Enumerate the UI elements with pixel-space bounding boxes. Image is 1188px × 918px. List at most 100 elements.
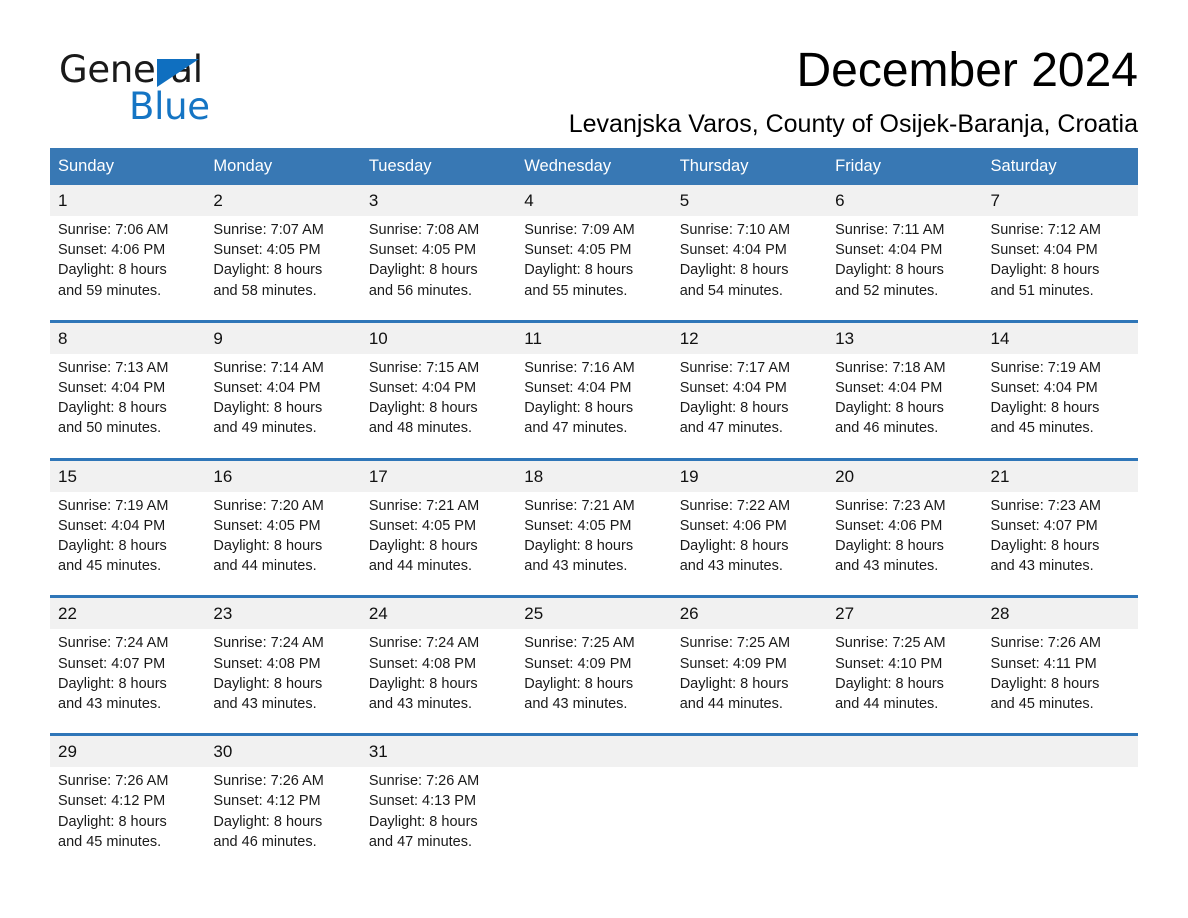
day-number[interactable]: 3 — [360, 185, 517, 216]
sunset-text: Sunset: 4:06 PM — [58, 242, 166, 259]
day-number[interactable]: 21 — [982, 457, 1138, 492]
sunset-text: Sunset: 4:05 PM — [524, 242, 632, 259]
day-number[interactable]: 10 — [360, 319, 517, 354]
location-subtitle: Levanjska Varos, County of Osijek-Baranj… — [568, 110, 1138, 138]
sunrise-text: Sunrise: 7:20 AM — [213, 497, 324, 514]
sunset-text: Sunset: 4:13 PM — [368, 793, 477, 810]
generalblue-logo[interactable]: General Blue — [59, 48, 359, 130]
daylight-text-line2: and 48 minutes. — [368, 420, 473, 437]
sunrise-text: Sunrise: 7:25 AM — [835, 635, 946, 652]
sunrise-text: Sunrise: 7:24 AM — [213, 635, 324, 652]
daylight-text-line1: Daylight: 8 hours — [368, 538, 478, 555]
day-cell: Sunrise: 7:06 AM Sunset: 4:06 PM Dayligh… — [50, 216, 206, 311]
week-spacer — [50, 448, 1138, 460]
day-number[interactable]: 5 — [671, 185, 828, 216]
day-cell-empty — [982, 767, 1138, 863]
day-number[interactable]: 11 — [516, 319, 672, 354]
day-number[interactable]: 16 — [205, 457, 361, 492]
daylight-text-line1: Daylight: 8 hours — [58, 813, 167, 830]
daylight-text-line1: Daylight: 8 hours — [990, 262, 1100, 279]
daylight-text-line2: and 44 minutes. — [835, 696, 939, 713]
week-3-details: Sunrise: 7:19 AM Sunset: 4:04 PM Dayligh… — [50, 491, 1138, 587]
column-header-friday: Friday — [827, 148, 983, 185]
day-number[interactable]: 12 — [671, 319, 828, 354]
day-cell: Sunrise: 7:12 AM Sunset: 4:04 PM Dayligh… — [982, 216, 1138, 311]
sunrise-text: Sunrise: 7:16 AM — [524, 359, 635, 376]
sunrise-text: Sunrise: 7:12 AM — [990, 222, 1101, 238]
daylight-text-line1: Daylight: 8 hours — [58, 262, 167, 279]
week-4-details: Sunrise: 7:24 AM Sunset: 4:07 PM Dayligh… — [50, 629, 1138, 725]
day-number[interactable]: 14 — [982, 319, 1138, 354]
sunset-text: Sunset: 4:04 PM — [524, 380, 632, 397]
daylight-text-line1: Daylight: 8 hours — [213, 813, 323, 830]
day-number[interactable]: 28 — [982, 595, 1138, 630]
day-cell-empty — [671, 767, 828, 863]
daylight-text-line2: and 46 minutes. — [835, 420, 939, 437]
column-header-saturday: Saturday — [982, 148, 1138, 185]
sunset-text: Sunset: 4:05 PM — [368, 517, 477, 534]
daylight-text-line1: Daylight: 8 hours — [368, 400, 478, 417]
day-number[interactable]: 4 — [516, 185, 672, 216]
daylight-text-line1: Daylight: 8 hours — [213, 262, 323, 279]
sunset-text: Sunset: 4:09 PM — [524, 655, 632, 672]
week-spacer — [50, 586, 1138, 597]
day-number[interactable]: 8 — [50, 319, 206, 354]
day-number[interactable]: 9 — [205, 319, 361, 354]
day-number[interactable]: 19 — [671, 457, 828, 492]
day-number[interactable]: 30 — [205, 733, 361, 768]
daylight-text-line2: and 44 minutes. — [368, 558, 473, 575]
daylight-text-line2: and 58 minutes. — [213, 282, 317, 299]
daylight-text-line2: and 43 minutes. — [835, 558, 939, 575]
day-cell: Sunrise: 7:24 AM Sunset: 4:08 PM Dayligh… — [360, 629, 517, 725]
day-cell: Sunrise: 7:10 AM Sunset: 4:04 PM Dayligh… — [671, 216, 828, 311]
day-cell: Sunrise: 7:24 AM Sunset: 4:08 PM Dayligh… — [205, 629, 361, 725]
sunrise-text: Sunrise: 7:10 AM — [679, 222, 791, 238]
day-number[interactable]: 22 — [50, 595, 206, 630]
day-cell-empty — [516, 767, 672, 863]
day-number[interactable]: 18 — [516, 457, 672, 492]
day-number[interactable]: 15 — [50, 457, 206, 492]
column-header-wednesday: Wednesday — [516, 148, 672, 185]
day-number[interactable]: 26 — [671, 595, 828, 630]
day-number[interactable]: 6 — [827, 185, 983, 216]
calendar-header-row: Sunday Monday Tuesday Wednesday Thursday… — [50, 148, 1138, 185]
daylight-text-line2: and 55 minutes. — [524, 282, 628, 299]
day-number[interactable]: 24 — [360, 595, 517, 630]
day-number[interactable]: 17 — [360, 457, 517, 492]
day-number[interactable]: 2 — [205, 185, 361, 216]
sunrise-text: Sunrise: 7:26 AM — [58, 773, 169, 790]
sunrise-text: Sunrise: 7:23 AM — [835, 497, 946, 514]
daylight-text-line2: and 45 minutes. — [990, 696, 1094, 713]
sunrise-text: Sunrise: 7:24 AM — [58, 635, 169, 652]
sunrise-text: Sunrise: 7:09 AM — [524, 222, 635, 238]
daylight-text-line2: and 50 minutes. — [58, 420, 162, 437]
daylight-text-line2: and 43 minutes. — [524, 558, 628, 575]
daylight-text-line1: Daylight: 8 hours — [524, 262, 634, 279]
day-number[interactable]: 31 — [360, 733, 517, 768]
day-number[interactable]: 23 — [205, 595, 361, 630]
sunset-text: Sunset: 4:06 PM — [835, 517, 943, 534]
daylight-text-line2: and 43 minutes. — [990, 558, 1094, 575]
sunrise-text: Sunrise: 7:17 AM — [679, 359, 791, 376]
day-number[interactable]: 20 — [827, 457, 983, 492]
day-number[interactable]: 7 — [982, 185, 1138, 216]
sunrise-text: Sunrise: 7:25 AM — [524, 635, 635, 652]
day-number[interactable]: 1 — [50, 185, 206, 216]
week-1-details: Sunrise: 7:06 AM Sunset: 4:06 PM Dayligh… — [50, 216, 1138, 311]
day-cell: Sunrise: 7:25 AM Sunset: 4:09 PM Dayligh… — [516, 629, 672, 725]
day-number[interactable]: 27 — [827, 595, 983, 630]
daylight-text-line1: Daylight: 8 hours — [835, 262, 944, 279]
day-number[interactable]: 25 — [516, 595, 672, 630]
day-cell: Sunrise: 7:21 AM Sunset: 4:05 PM Dayligh… — [360, 491, 517, 587]
day-number[interactable]: 13 — [827, 319, 983, 354]
column-header-thursday: Thursday — [671, 148, 828, 185]
week-1-daynumbers: 1 2 3 4 5 6 7 — [50, 185, 1138, 216]
page-title: December 2024 — [796, 44, 1138, 97]
daylight-text-line2: and 43 minutes. — [368, 696, 473, 713]
sunset-text: Sunset: 4:04 PM — [990, 380, 1098, 397]
day-number[interactable]: 29 — [50, 733, 206, 768]
day-cell: Sunrise: 7:11 AM Sunset: 4:04 PM Dayligh… — [827, 216, 983, 311]
day-cell: Sunrise: 7:25 AM Sunset: 4:10 PM Dayligh… — [827, 629, 983, 725]
sunset-text: Sunset: 4:04 PM — [213, 380, 321, 397]
day-cell: Sunrise: 7:26 AM Sunset: 4:11 PM Dayligh… — [982, 629, 1138, 725]
